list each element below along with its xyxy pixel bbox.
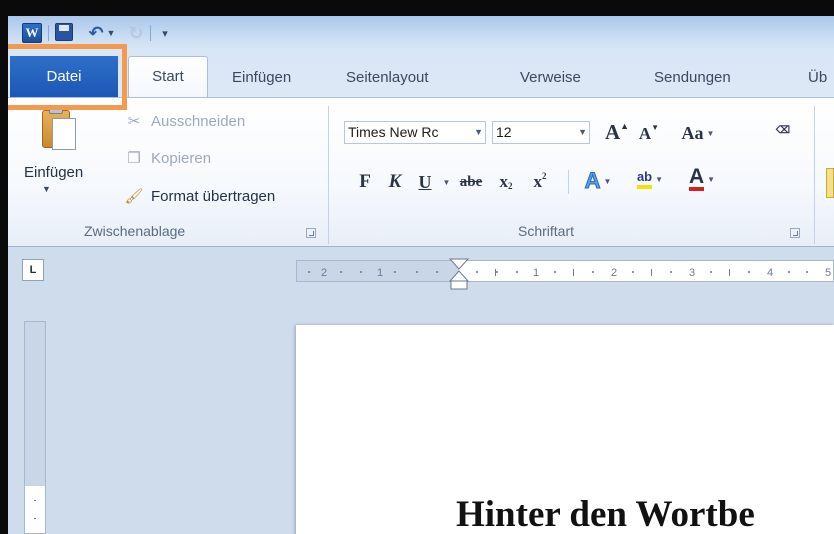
font-color-icon: A: [688, 166, 705, 191]
change-case-icon: Aa: [681, 122, 704, 143]
tab-insert[interactable]: Einfügen: [232, 65, 291, 91]
file-tab-highlight: [0, 44, 127, 110]
text-effects-button[interactable]: A ▼: [578, 168, 618, 194]
copy-icon: ❐: [127, 150, 141, 167]
undo-icon[interactable]: ↶: [86, 23, 106, 43]
font-name-select[interactable]: Times New Rc ▼: [344, 121, 486, 144]
group-separator: [814, 106, 815, 244]
change-case-button[interactable]: Aa ▼: [674, 120, 722, 146]
highlight-button[interactable]: ab ▼: [626, 166, 674, 192]
copy-label: Kopieren: [151, 149, 212, 167]
word-app-icon[interactable]: W: [22, 23, 42, 43]
format-painter-button[interactable]: 🖌 Format übertragen: [123, 185, 275, 207]
screen-frame-left: [0, 0, 8, 534]
cut-label: Ausschneiden: [151, 112, 246, 130]
tab-references[interactable]: Verweise: [520, 65, 581, 91]
group-separator: [328, 106, 329, 244]
ruler-label: 4: [767, 267, 773, 279]
cut-button[interactable]: ✂ Ausschneiden: [123, 110, 246, 132]
highlight-icon: ab: [636, 169, 653, 189]
undo-dropdown-icon[interactable]: ▼: [106, 23, 116, 43]
font-name-value: Times New Rc: [348, 124, 439, 140]
superscript-button[interactable]: x2: [526, 169, 554, 195]
font-group-label: Schriftart: [518, 223, 575, 239]
font-color-button[interactable]: A ▼: [680, 166, 724, 192]
format-painter-label: Format übertragen: [151, 187, 276, 205]
tab-review[interactable]: Üb: [808, 65, 827, 91]
scissors-icon: ✂: [127, 113, 141, 130]
toolbar-separator: [48, 25, 49, 41]
clipboard-group-label: Zwischenablage: [84, 223, 186, 239]
bold-button[interactable]: F: [354, 169, 376, 195]
redo-icon[interactable]: ↻: [126, 23, 146, 43]
ruler-label: 3: [689, 267, 695, 279]
font-size-dropdown-icon[interactable]: ▼: [578, 122, 587, 143]
clear-formatting-icon[interactable]: ⌫: [768, 117, 798, 143]
font-launcher-icon[interactable]: [790, 228, 800, 238]
tab-start[interactable]: Start: [128, 56, 208, 98]
font-size-value: 12: [496, 124, 512, 140]
tab-page-layout[interactable]: Seitenlayout: [346, 65, 429, 91]
title-bar: W ↶ ▼ ↻ ▾: [8, 16, 834, 50]
ruler-margin-area: [25, 322, 45, 486]
italic-button[interactable]: K: [384, 169, 406, 195]
font-size-select[interactable]: 12 ▼: [492, 121, 590, 144]
grow-font-button[interactable]: A ▲: [604, 119, 630, 145]
strikethrough-button[interactable]: abe: [456, 169, 486, 195]
indent-marker-icon[interactable]: [447, 257, 471, 291]
ruler-label: 5: [825, 267, 831, 279]
tab-mailings[interactable]: Sendungen: [654, 65, 731, 91]
copy-button[interactable]: ❐ Kopieren: [123, 147, 211, 169]
customize-quick-access-icon[interactable]: ▾: [158, 23, 172, 43]
ruler-label: 1: [377, 267, 383, 279]
subscript-button[interactable]: x2: [492, 169, 520, 195]
ruler-bar: L 2 1 1 2 3 4 5: [8, 247, 834, 301]
superscript-icon: x: [533, 172, 543, 191]
paste-label: Einfügen: [24, 164, 84, 181]
shrink-font-button[interactable]: A ▼: [636, 121, 662, 147]
document-heading[interactable]: Hinter den Wortbe: [456, 493, 755, 534]
ruler-label: 2: [321, 267, 327, 279]
text-effects-icon: A: [584, 168, 601, 194]
horizontal-ruler[interactable]: 2 1 1 2 3 4 5: [296, 258, 834, 290]
grow-font-icon: A: [604, 119, 621, 144]
shrink-font-icon: A: [638, 124, 652, 143]
toolbar-separator: [150, 25, 151, 41]
ruler-label: 2: [611, 267, 617, 279]
ruler-ticks: 2 1 1 2 3 4 5: [308, 267, 831, 279]
font-separator: [568, 170, 569, 194]
paste-icon: [42, 104, 78, 152]
clipboard-launcher-icon[interactable]: [306, 228, 316, 238]
screen-frame-top: [0, 0, 834, 16]
ribbon-tabs: Datei Start Einfügen Seitenlayout Verwei…: [8, 50, 834, 98]
tab-selector-button[interactable]: L: [22, 259, 44, 281]
document-workspace: 2 1 Hinter den Wortbe: [8, 301, 834, 534]
paste-dropdown-icon[interactable]: ▼: [42, 184, 51, 194]
save-icon[interactable]: [55, 23, 73, 41]
underline-dropdown-icon[interactable]: ▼: [438, 169, 452, 195]
word-window: W ↶ ▼ ↻ ▾ Datei Start Einfügen Seitenlay…: [0, 0, 834, 534]
vertical-ruler[interactable]: 2 1: [24, 321, 46, 534]
document-page[interactable]: Hinter den Wortbe: [296, 325, 834, 534]
paintbrush-icon: 🖌: [124, 188, 144, 205]
subscript-icon: x: [499, 172, 509, 191]
ribbon-start: Einfügen ▼ ✂ Ausschneiden ❐ Kopieren 🖌 F…: [8, 97, 834, 247]
ruler-label: 1: [533, 267, 539, 279]
styles-gallery-edge[interactable]: [826, 168, 834, 198]
underline-button[interactable]: U: [414, 169, 436, 195]
font-name-dropdown-icon[interactable]: ▼: [474, 122, 483, 143]
